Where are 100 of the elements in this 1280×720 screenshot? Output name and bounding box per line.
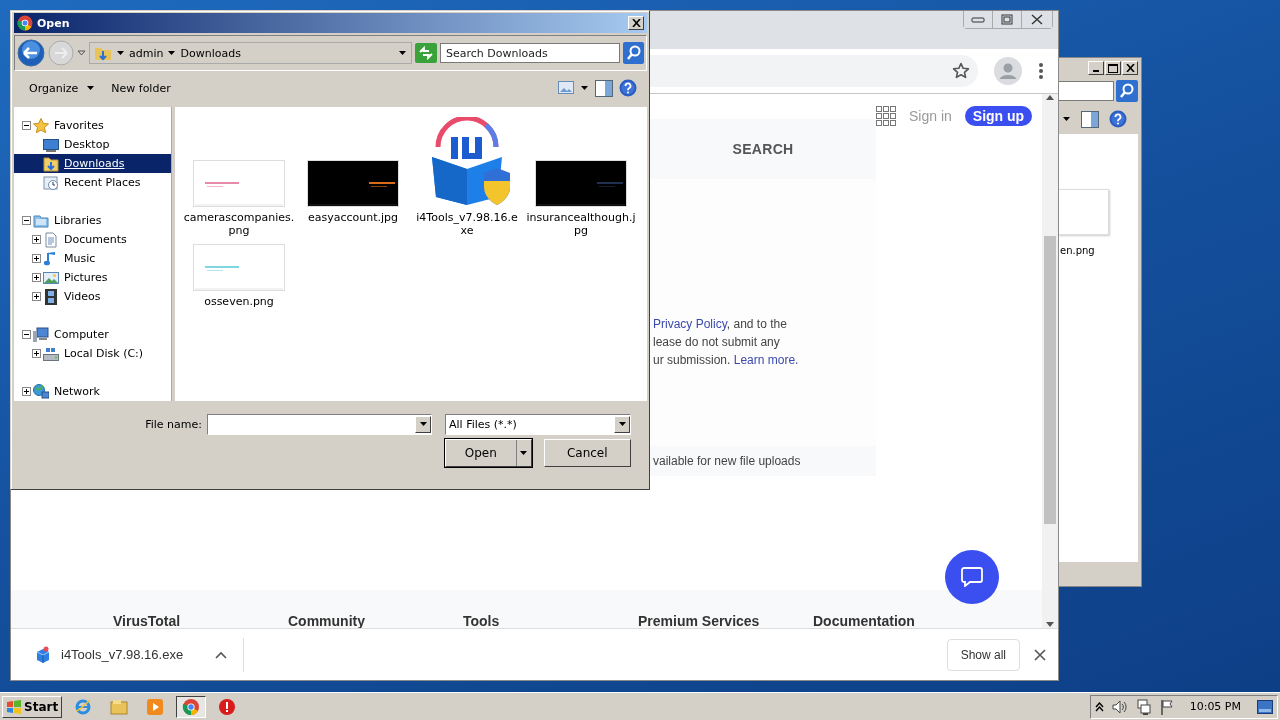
tree-item[interactable]: Downloads (14, 154, 171, 173)
caret-icon[interactable] (580, 84, 589, 92)
preview-pane-icon[interactable] (595, 79, 613, 97)
refresh-button[interactable] (415, 43, 437, 63)
file-item[interactable]: camerascompanies. png (182, 117, 296, 237)
maximize-button[interactable] (1105, 61, 1121, 75)
view-icon[interactable] (558, 81, 574, 95)
close-button[interactable] (628, 16, 644, 30)
minimize-icon (971, 14, 985, 25)
flag-icon[interactable] (1159, 698, 1174, 715)
tree-item[interactable]: Libraries (14, 211, 171, 230)
close-icon[interactable] (1034, 648, 1046, 661)
computer-icon (33, 326, 49, 343)
clock: 10:05 PM (1189, 700, 1241, 713)
tree-item[interactable]: Documents (14, 230, 171, 249)
breadcrumb-item[interactable]: Downloads (180, 46, 241, 60)
collapse-toggle[interactable] (22, 330, 31, 339)
file-item[interactable]: easyaccount.jpg (296, 117, 410, 237)
expand-toggle[interactable] (32, 254, 41, 263)
expand-toggle[interactable] (32, 349, 41, 358)
tree-item[interactable]: Local Disk (C:) (14, 344, 171, 363)
file-item[interactable]: insurancealthough.j pg (524, 117, 638, 237)
scroll-up-icon[interactable] (1045, 94, 1055, 102)
footer-heading: Premium Services (638, 613, 761, 628)
tree-item[interactable]: Computer (14, 325, 171, 344)
file-item[interactable]: i4Tools_v7.98.16.e xe (410, 117, 524, 237)
footer-heading: Community (288, 613, 366, 628)
library-icon (33, 212, 49, 229)
file-item[interactable]: osseven.png (182, 243, 296, 308)
show-desktop-icon[interactable] (1257, 699, 1273, 714)
caret-icon[interactable] (1062, 115, 1071, 123)
restore-icon (1000, 14, 1014, 25)
dropdown-icon (519, 449, 528, 457)
tree-item[interactable]: Pictures (14, 268, 171, 287)
help-icon[interactable] (619, 79, 637, 97)
footer-heading: VirusTotal (113, 613, 182, 628)
chrome-icon (182, 697, 201, 716)
caret-icon (86, 84, 96, 92)
search-field[interactable] (1058, 81, 1114, 101)
window-title: Open (37, 16, 71, 30)
recent-places-icon (43, 174, 59, 191)
chat-button[interactable] (945, 550, 999, 604)
menu-icon[interactable] (1038, 62, 1044, 80)
organize-menu[interactable]: Organize (24, 79, 101, 97)
scroll-down-icon[interactable] (1045, 620, 1055, 628)
scrollbar[interactable] (1042, 94, 1058, 628)
help-icon[interactable] (1109, 110, 1127, 128)
upload-note: vailable for new file uploads (650, 446, 876, 476)
expand-toggle[interactable] (22, 387, 31, 396)
taskbar-app[interactable] (176, 695, 207, 718)
file-name: en.png (1059, 245, 1095, 256)
link[interactable]: Learn more. (733, 353, 799, 367)
star-icon (33, 117, 49, 134)
start-button[interactable]: Start (2, 695, 63, 718)
notice-text: lease do not submit any (653, 334, 781, 351)
tree-item[interactable]: Network (14, 382, 171, 401)
network-icon[interactable] (1135, 698, 1152, 715)
back-button[interactable] (17, 39, 45, 67)
close-button[interactable] (1122, 61, 1138, 75)
file-name-field[interactable] (207, 413, 432, 435)
search-icon[interactable] (1116, 80, 1138, 102)
caret-up-icon[interactable] (1094, 701, 1104, 712)
collapse-toggle[interactable] (22, 121, 31, 130)
close-icon (1125, 64, 1135, 72)
address-bar[interactable]: admin Downloads (89, 42, 412, 64)
star-icon[interactable] (952, 62, 970, 80)
drive-icon (43, 345, 59, 362)
tree-item[interactable]: Desktop (14, 135, 171, 154)
search-icon[interactable] (623, 42, 644, 64)
expand-toggle[interactable] (32, 292, 41, 301)
tree-item[interactable]: Videos (14, 287, 171, 306)
file-type-dropdown[interactable]: All Files (*.*) (445, 413, 631, 435)
expand-toggle[interactable] (32, 235, 41, 244)
package-icon (35, 645, 51, 664)
close-icon (1030, 14, 1044, 25)
sign-up-button[interactable]: Sign up (964, 106, 1033, 126)
tree-item[interactable]: Favorites (14, 116, 171, 135)
apps-grid-icon[interactable] (876, 106, 896, 126)
open-button[interactable]: Open (445, 439, 532, 467)
search-tab[interactable]: SEARCH (650, 119, 876, 179)
download-item[interactable]: i4Tools_v7.98.16.exe (35, 637, 245, 672)
expand-toggle[interactable] (32, 273, 41, 282)
folder-icon (94, 45, 112, 61)
avatar-icon[interactable] (994, 57, 1022, 85)
collapse-toggle[interactable] (22, 216, 31, 225)
link[interactable]: Privacy Policy (653, 317, 727, 331)
film-icon (43, 288, 59, 305)
network-icon (33, 383, 49, 400)
speaker-icon[interactable] (1111, 699, 1128, 714)
search-field[interactable]: Search Downloads (440, 43, 620, 63)
caret-up-icon[interactable] (215, 650, 228, 659)
show-all-button[interactable]: Show all (946, 638, 1020, 671)
tree-item[interactable]: Recent Places (14, 173, 171, 192)
cancel-button[interactable]: Cancel (543, 439, 631, 467)
preview-pane-icon[interactable] (1081, 110, 1099, 128)
new-folder-button[interactable]: New folder (106, 79, 176, 97)
breadcrumb-item[interactable]: admin (129, 46, 164, 60)
tree-item[interactable]: Music (14, 249, 171, 268)
document-icon (43, 231, 59, 248)
folder-icon (110, 697, 129, 716)
